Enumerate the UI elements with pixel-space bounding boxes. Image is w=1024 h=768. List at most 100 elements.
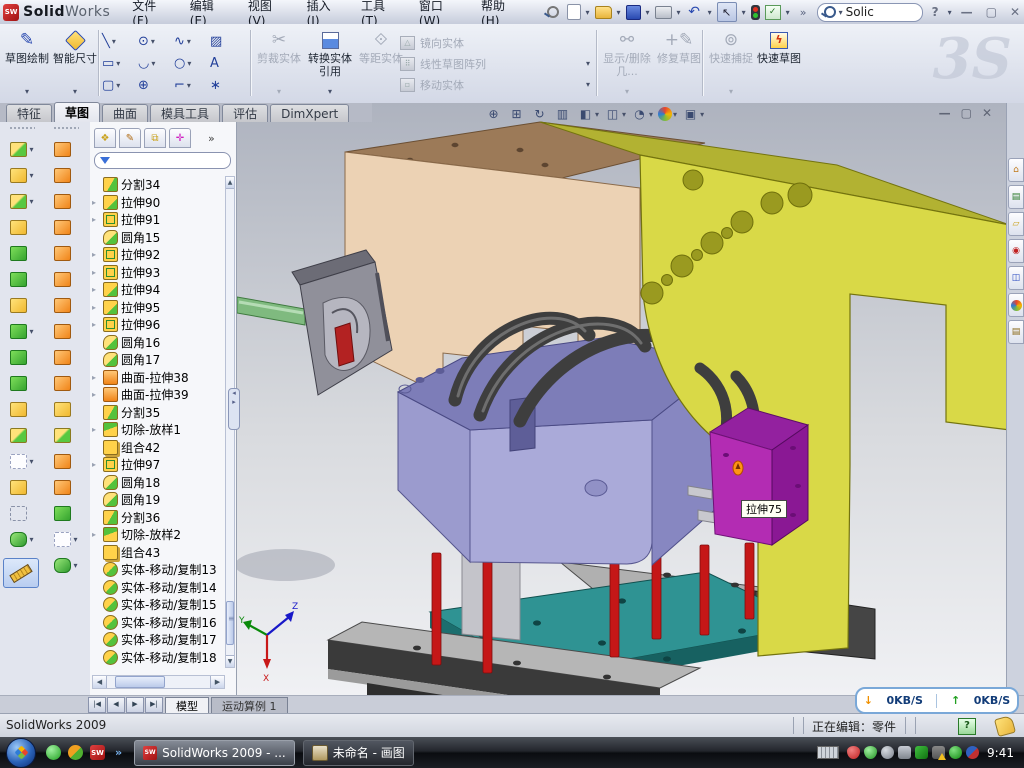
expand-arrow-icon[interactable]: ▸ bbox=[92, 460, 100, 469]
cavity-block-part[interactable] bbox=[710, 408, 808, 545]
expand-arrow-icon[interactable]: ▸ bbox=[92, 373, 100, 382]
point-icon[interactable]: ∗ bbox=[210, 74, 246, 96]
tree-item[interactable]: 实体-移动/复制14 bbox=[92, 579, 224, 597]
scroll-thumb[interactable] bbox=[226, 601, 234, 645]
search-input[interactable]: Solic bbox=[846, 5, 874, 19]
command-tab[interactable]: 模具工具 bbox=[150, 104, 220, 122]
tree-item[interactable]: ▸ 拉伸93 bbox=[92, 264, 224, 282]
tree-item[interactable]: 实体-移动/复制16 bbox=[92, 614, 224, 632]
doc-close-icon[interactable]: ✕ bbox=[982, 106, 992, 120]
expand-arrow-icon[interactable]: ▸ bbox=[92, 198, 100, 207]
appearances-pane-icon[interactable] bbox=[1008, 293, 1024, 317]
measure-button[interactable] bbox=[3, 558, 39, 588]
tree-item[interactable]: 圆角19 bbox=[92, 491, 224, 509]
tab-nav-button[interactable]: |◀ bbox=[88, 697, 106, 713]
scroll-thumb[interactable] bbox=[115, 676, 165, 688]
taskbar-task-button[interactable]: 未命名 - 画图 bbox=[303, 740, 414, 766]
configuration-manager-tab[interactable]: ⧉ bbox=[144, 128, 166, 148]
appearances-icon[interactable]: ● bbox=[658, 107, 672, 121]
tree-item[interactable]: 实体-移动/复制17 bbox=[92, 631, 224, 649]
display-style-icon[interactable]: ◧ bbox=[577, 106, 594, 122]
messenger-quick-icon[interactable] bbox=[46, 745, 61, 760]
tree-item[interactable]: 分割35 bbox=[92, 404, 224, 422]
tree-item[interactable]: 圆角17 bbox=[92, 351, 224, 369]
settings-gear-icon[interactable] bbox=[881, 746, 894, 759]
circle-icon[interactable]: ⊙▾ bbox=[138, 30, 174, 52]
model-canvas[interactable]: Y Z X bbox=[237, 103, 1006, 695]
toolbar-grip[interactable] bbox=[9, 126, 35, 130]
tree-item[interactable]: ▸ 曲面-拉伸38 bbox=[92, 369, 224, 387]
help-button[interactable]: ? bbox=[928, 5, 943, 19]
tab-nav-button[interactable]: ▶ bbox=[126, 697, 144, 713]
file-explorer-icon[interactable]: ▱ bbox=[1008, 212, 1024, 236]
start-button[interactable] bbox=[6, 738, 36, 768]
tree-item[interactable]: ▸ 拉伸95 bbox=[92, 299, 224, 317]
command-tab[interactable]: 特征 bbox=[6, 104, 52, 122]
command-tab[interactable]: 评估 bbox=[222, 104, 268, 122]
display-delete-relations-button[interactable]: ⚯ 显示/删除几...▾ bbox=[602, 28, 652, 98]
command-tab[interactable]: 草图 bbox=[54, 102, 100, 122]
tree-item[interactable]: 实体-移动/复制18 bbox=[92, 649, 224, 667]
tree-item[interactable]: ▸ 拉伸94 bbox=[92, 281, 224, 299]
tab-nav-button[interactable]: ▶| bbox=[145, 697, 163, 713]
tree-item[interactable]: ▸ 拉伸92 bbox=[92, 246, 224, 264]
select-region-icon[interactable]: ▨ bbox=[210, 30, 246, 52]
tree-item[interactable]: 分割36 bbox=[92, 509, 224, 527]
tree-item[interactable]: 实体-移动/复制13 bbox=[92, 561, 224, 579]
save-icon[interactable] bbox=[626, 5, 641, 20]
quick-launch-chevron[interactable]: » bbox=[115, 746, 122, 759]
quick-tips-icon[interactable]: ? bbox=[958, 718, 976, 735]
select-arrow-icon[interactable]: ↖ bbox=[717, 2, 737, 22]
panel-splitter-handle[interactable]: ◂▸ bbox=[228, 388, 240, 430]
options-icon[interactable]: ✓ bbox=[765, 5, 781, 20]
tree-horizontal-scrollbar[interactable]: ◀ ▶ bbox=[92, 675, 225, 689]
rebuild-icon[interactable] bbox=[751, 5, 760, 20]
pattern-row-button[interactable]: △ 镜向实体 bbox=[400, 32, 590, 53]
tree-item[interactable]: ▸ 切除-放样1 bbox=[92, 421, 224, 439]
tree-item[interactable]: ▸ 拉伸91 bbox=[92, 211, 224, 229]
command-tab[interactable]: DimXpert bbox=[270, 104, 349, 122]
tab-nav-button[interactable]: ◀ bbox=[107, 697, 125, 713]
expand-arrow-icon[interactable]: ▸ bbox=[92, 425, 100, 434]
pin-icon[interactable] bbox=[545, 4, 562, 21]
tree-item[interactable]: 圆角18 bbox=[92, 474, 224, 492]
print-icon[interactable] bbox=[655, 6, 672, 19]
tree-item[interactable]: ▸ 拉伸96 bbox=[92, 316, 224, 334]
taskbar-clock[interactable]: 9:41 bbox=[987, 746, 1014, 760]
tree-item[interactable]: ▸ 曲面-拉伸39 bbox=[92, 386, 224, 404]
rectangle-icon[interactable]: ▭▾ bbox=[102, 52, 138, 74]
tree-item[interactable]: ▸ 拉伸97 bbox=[92, 456, 224, 474]
undo-icon[interactable]: ↶ bbox=[686, 4, 703, 21]
spline-icon[interactable]: ∿▾ bbox=[174, 30, 210, 52]
zoom-fit-icon[interactable]: ⊕ bbox=[485, 106, 502, 122]
view-orientation-icon[interactable]: ◫ bbox=[604, 106, 621, 122]
doc-restore-icon[interactable]: ▢ bbox=[961, 106, 972, 120]
restore-button[interactable]: ▢ bbox=[982, 5, 1001, 19]
search-box[interactable]: ▾ Solic bbox=[817, 3, 923, 22]
filter-input[interactable] bbox=[114, 154, 218, 167]
security-shield-icon[interactable] bbox=[847, 746, 860, 759]
view-palette-icon[interactable]: ◫ bbox=[1008, 266, 1024, 290]
tree-item[interactable]: 实体-移动/复制15 bbox=[92, 596, 224, 614]
scene-icon[interactable]: ▣ bbox=[682, 106, 699, 122]
scroll-right-icon[interactable]: ▶ bbox=[210, 676, 224, 688]
input-method-icon[interactable] bbox=[817, 746, 839, 759]
polygon-icon[interactable]: ⊕ bbox=[138, 74, 174, 96]
sketch-button[interactable]: ✎ 草图绘制▾ bbox=[4, 28, 50, 98]
repair-sketch-button[interactable]: +✎ 修复草图 bbox=[656, 28, 702, 98]
zoom-area-icon[interactable]: ⊞ bbox=[508, 106, 525, 122]
convert-entities-button[interactable]: 转换实体引用▾ bbox=[304, 28, 356, 98]
search-results-icon[interactable]: ◉ bbox=[1008, 239, 1024, 263]
slot-icon[interactable]: ▢▾ bbox=[102, 74, 138, 96]
sync-icon[interactable] bbox=[915, 746, 928, 759]
tree-item[interactable]: 圆角15 bbox=[92, 229, 224, 247]
feature-manager-tab[interactable]: ❖ bbox=[94, 128, 116, 148]
new-document-icon[interactable] bbox=[567, 4, 581, 20]
messenger-tray-icon[interactable] bbox=[966, 746, 979, 759]
tree-item[interactable]: 分割34 bbox=[92, 176, 224, 194]
tags-icon[interactable] bbox=[994, 715, 1016, 737]
smart-dimension-button[interactable]: 智能尺寸▾ bbox=[52, 28, 98, 98]
trim-entities-button[interactable]: ✂ 剪裁实体▾ bbox=[256, 28, 302, 98]
network-speed-widget[interactable]: ↓ 0KB/S ↑ 0KB/S bbox=[855, 687, 1019, 714]
minimize-button[interactable]: — bbox=[957, 5, 977, 19]
